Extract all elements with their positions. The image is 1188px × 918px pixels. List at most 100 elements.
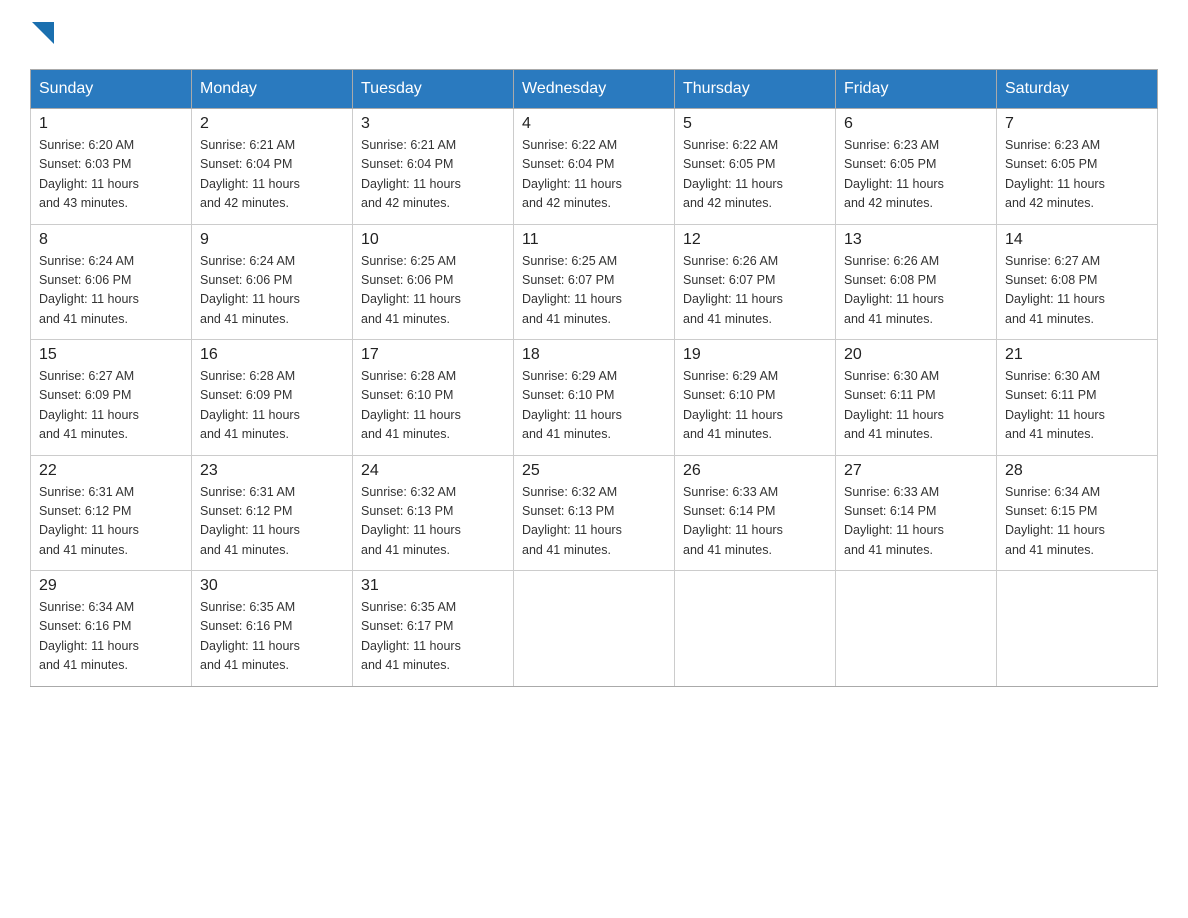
day-number: 4 — [522, 115, 666, 133]
weekday-header-monday: Monday — [192, 70, 353, 109]
day-info: Sunrise: 6:33 AM Sunset: 6:14 PM Dayligh… — [844, 483, 988, 561]
calendar-cell: 19 Sunrise: 6:29 AM Sunset: 6:10 PM Dayl… — [675, 340, 836, 456]
day-info: Sunrise: 6:26 AM Sunset: 6:08 PM Dayligh… — [844, 252, 988, 330]
weekday-header-sunday: Sunday — [31, 70, 192, 109]
calendar-cell: 9 Sunrise: 6:24 AM Sunset: 6:06 PM Dayli… — [192, 224, 353, 340]
day-info: Sunrise: 6:21 AM Sunset: 6:04 PM Dayligh… — [361, 136, 505, 214]
day-info: Sunrise: 6:35 AM Sunset: 6:17 PM Dayligh… — [361, 598, 505, 676]
day-number: 29 — [39, 577, 183, 595]
day-info: Sunrise: 6:30 AM Sunset: 6:11 PM Dayligh… — [844, 367, 988, 445]
day-number: 23 — [200, 462, 344, 480]
weekday-header-friday: Friday — [836, 70, 997, 109]
day-info: Sunrise: 6:34 AM Sunset: 6:16 PM Dayligh… — [39, 598, 183, 676]
weekday-header-saturday: Saturday — [997, 70, 1158, 109]
day-info: Sunrise: 6:33 AM Sunset: 6:14 PM Dayligh… — [683, 483, 827, 561]
calendar-week-row: 1 Sunrise: 6:20 AM Sunset: 6:03 PM Dayli… — [31, 109, 1158, 225]
day-info: Sunrise: 6:32 AM Sunset: 6:13 PM Dayligh… — [522, 483, 666, 561]
day-number: 18 — [522, 346, 666, 364]
day-number: 8 — [39, 231, 183, 249]
calendar-cell: 7 Sunrise: 6:23 AM Sunset: 6:05 PM Dayli… — [997, 109, 1158, 225]
calendar-cell: 6 Sunrise: 6:23 AM Sunset: 6:05 PM Dayli… — [836, 109, 997, 225]
day-number: 22 — [39, 462, 183, 480]
day-info: Sunrise: 6:31 AM Sunset: 6:12 PM Dayligh… — [39, 483, 183, 561]
calendar-week-row: 29 Sunrise: 6:34 AM Sunset: 6:16 PM Dayl… — [31, 571, 1158, 687]
day-info: Sunrise: 6:20 AM Sunset: 6:03 PM Dayligh… — [39, 136, 183, 214]
calendar-cell: 13 Sunrise: 6:26 AM Sunset: 6:08 PM Dayl… — [836, 224, 997, 340]
day-number: 21 — [1005, 346, 1149, 364]
calendar-cell — [675, 571, 836, 687]
day-number: 3 — [361, 115, 505, 133]
day-number: 26 — [683, 462, 827, 480]
day-info: Sunrise: 6:26 AM Sunset: 6:07 PM Dayligh… — [683, 252, 827, 330]
calendar-cell — [997, 571, 1158, 687]
calendar-cell: 5 Sunrise: 6:22 AM Sunset: 6:05 PM Dayli… — [675, 109, 836, 225]
day-info: Sunrise: 6:22 AM Sunset: 6:05 PM Dayligh… — [683, 136, 827, 214]
calendar-cell: 11 Sunrise: 6:25 AM Sunset: 6:07 PM Dayl… — [514, 224, 675, 340]
calendar-cell: 22 Sunrise: 6:31 AM Sunset: 6:12 PM Dayl… — [31, 455, 192, 571]
day-number: 10 — [361, 231, 505, 249]
day-info: Sunrise: 6:28 AM Sunset: 6:09 PM Dayligh… — [200, 367, 344, 445]
logo-triangle-icon — [32, 22, 54, 49]
day-info: Sunrise: 6:21 AM Sunset: 6:04 PM Dayligh… — [200, 136, 344, 214]
day-number: 31 — [361, 577, 505, 595]
day-number: 12 — [683, 231, 827, 249]
weekday-header-tuesday: Tuesday — [353, 70, 514, 109]
day-number: 6 — [844, 115, 988, 133]
day-number: 11 — [522, 231, 666, 249]
calendar-cell: 25 Sunrise: 6:32 AM Sunset: 6:13 PM Dayl… — [514, 455, 675, 571]
calendar-cell — [836, 571, 997, 687]
day-info: Sunrise: 6:22 AM Sunset: 6:04 PM Dayligh… — [522, 136, 666, 214]
day-info: Sunrise: 6:28 AM Sunset: 6:10 PM Dayligh… — [361, 367, 505, 445]
day-info: Sunrise: 6:35 AM Sunset: 6:16 PM Dayligh… — [200, 598, 344, 676]
calendar-cell: 23 Sunrise: 6:31 AM Sunset: 6:12 PM Dayl… — [192, 455, 353, 571]
day-number: 19 — [683, 346, 827, 364]
weekday-header-wednesday: Wednesday — [514, 70, 675, 109]
calendar-cell: 2 Sunrise: 6:21 AM Sunset: 6:04 PM Dayli… — [192, 109, 353, 225]
day-info: Sunrise: 6:25 AM Sunset: 6:06 PM Dayligh… — [361, 252, 505, 330]
calendar-cell: 18 Sunrise: 6:29 AM Sunset: 6:10 PM Dayl… — [514, 340, 675, 456]
day-number: 14 — [1005, 231, 1149, 249]
day-info: Sunrise: 6:30 AM Sunset: 6:11 PM Dayligh… — [1005, 367, 1149, 445]
day-number: 2 — [200, 115, 344, 133]
calendar-week-row: 15 Sunrise: 6:27 AM Sunset: 6:09 PM Dayl… — [31, 340, 1158, 456]
day-info: Sunrise: 6:23 AM Sunset: 6:05 PM Dayligh… — [844, 136, 988, 214]
day-info: Sunrise: 6:24 AM Sunset: 6:06 PM Dayligh… — [39, 252, 183, 330]
day-info: Sunrise: 6:25 AM Sunset: 6:07 PM Dayligh… — [522, 252, 666, 330]
weekday-header-row: SundayMondayTuesdayWednesdayThursdayFrid… — [31, 70, 1158, 109]
day-number: 13 — [844, 231, 988, 249]
day-number: 5 — [683, 115, 827, 133]
day-info: Sunrise: 6:24 AM Sunset: 6:06 PM Dayligh… — [200, 252, 344, 330]
calendar-cell: 24 Sunrise: 6:32 AM Sunset: 6:13 PM Dayl… — [353, 455, 514, 571]
calendar-cell: 14 Sunrise: 6:27 AM Sunset: 6:08 PM Dayl… — [997, 224, 1158, 340]
day-number: 20 — [844, 346, 988, 364]
day-info: Sunrise: 6:31 AM Sunset: 6:12 PM Dayligh… — [200, 483, 344, 561]
day-info: Sunrise: 6:32 AM Sunset: 6:13 PM Dayligh… — [361, 483, 505, 561]
weekday-header-thursday: Thursday — [675, 70, 836, 109]
calendar-cell: 27 Sunrise: 6:33 AM Sunset: 6:14 PM Dayl… — [836, 455, 997, 571]
day-number: 25 — [522, 462, 666, 480]
calendar-cell: 28 Sunrise: 6:34 AM Sunset: 6:15 PM Dayl… — [997, 455, 1158, 571]
day-info: Sunrise: 6:34 AM Sunset: 6:15 PM Dayligh… — [1005, 483, 1149, 561]
day-info: Sunrise: 6:29 AM Sunset: 6:10 PM Dayligh… — [683, 367, 827, 445]
day-number: 9 — [200, 231, 344, 249]
calendar-cell: 12 Sunrise: 6:26 AM Sunset: 6:07 PM Dayl… — [675, 224, 836, 340]
day-number: 15 — [39, 346, 183, 364]
calendar-cell: 15 Sunrise: 6:27 AM Sunset: 6:09 PM Dayl… — [31, 340, 192, 456]
day-number: 1 — [39, 115, 183, 133]
day-number: 17 — [361, 346, 505, 364]
day-info: Sunrise: 6:27 AM Sunset: 6:09 PM Dayligh… — [39, 367, 183, 445]
day-info: Sunrise: 6:27 AM Sunset: 6:08 PM Dayligh… — [1005, 252, 1149, 330]
calendar-cell: 26 Sunrise: 6:33 AM Sunset: 6:14 PM Dayl… — [675, 455, 836, 571]
calendar-table: SundayMondayTuesdayWednesdayThursdayFrid… — [30, 69, 1158, 687]
day-info: Sunrise: 6:29 AM Sunset: 6:10 PM Dayligh… — [522, 367, 666, 445]
calendar-cell: 30 Sunrise: 6:35 AM Sunset: 6:16 PM Dayl… — [192, 571, 353, 687]
calendar-cell: 16 Sunrise: 6:28 AM Sunset: 6:09 PM Dayl… — [192, 340, 353, 456]
day-number: 28 — [1005, 462, 1149, 480]
day-number: 24 — [361, 462, 505, 480]
calendar-cell: 21 Sunrise: 6:30 AM Sunset: 6:11 PM Dayl… — [997, 340, 1158, 456]
page-header — [30, 20, 1158, 49]
logo — [30, 20, 54, 49]
calendar-cell: 17 Sunrise: 6:28 AM Sunset: 6:10 PM Dayl… — [353, 340, 514, 456]
day-number: 16 — [200, 346, 344, 364]
calendar-cell: 3 Sunrise: 6:21 AM Sunset: 6:04 PM Dayli… — [353, 109, 514, 225]
